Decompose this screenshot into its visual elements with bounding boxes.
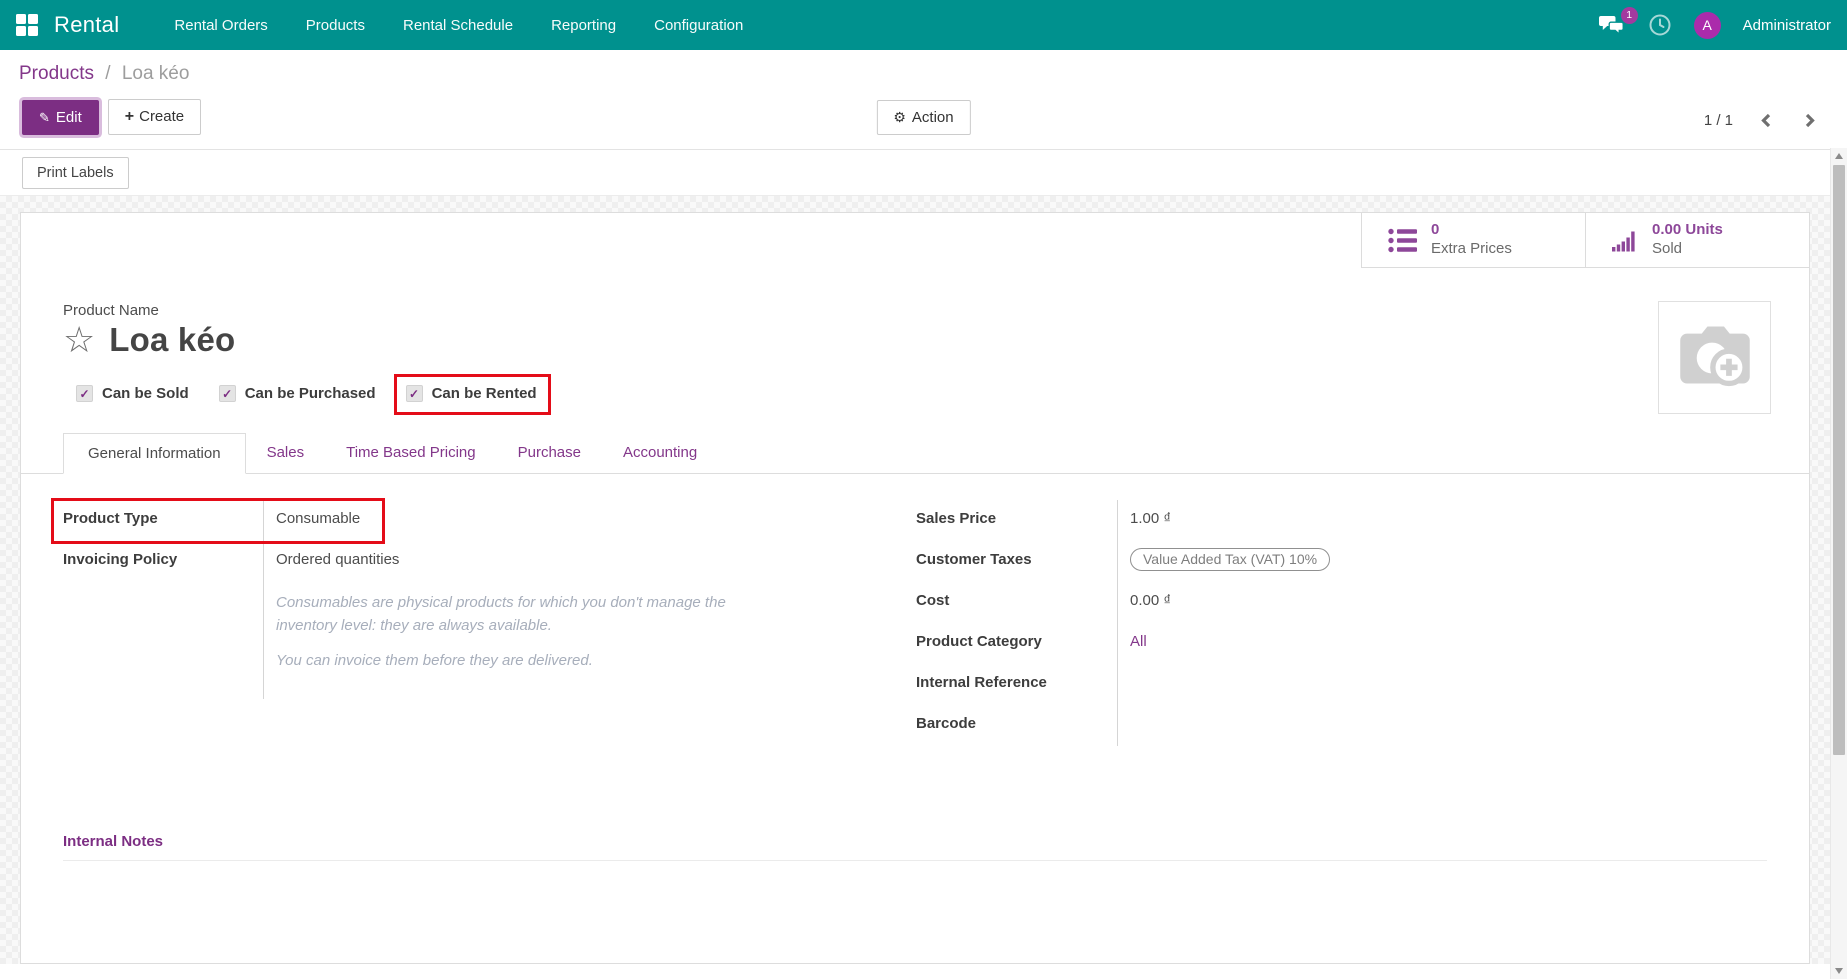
product-image-upload[interactable] bbox=[1658, 301, 1771, 414]
menu-configuration[interactable]: Configuration bbox=[639, 2, 758, 49]
sales-price-value: 1.00 ₫ bbox=[1117, 500, 1501, 541]
plus-icon: + bbox=[125, 108, 134, 125]
left-field-group: Product Type Consumable Invoicing Policy… bbox=[63, 500, 883, 699]
extra-prices-stat-button[interactable]: 0 Extra Prices bbox=[1361, 213, 1585, 268]
internal-notes-title[interactable]: Internal Notes bbox=[63, 833, 1767, 850]
menu-rental-orders[interactable]: Rental Orders bbox=[159, 2, 282, 49]
units-sold-value: 0.00 Units bbox=[1652, 221, 1723, 240]
pager-next-button[interactable] bbox=[1802, 113, 1817, 128]
capability-checkboxes: Can be Sold Can be Purchased Can be Rent… bbox=[76, 385, 1767, 402]
breadcrumb-current: Loa kéo bbox=[122, 63, 190, 84]
user-menu[interactable]: Administrator bbox=[1743, 17, 1831, 34]
page-title: Loa kéo bbox=[109, 321, 235, 359]
main-menu: Rental Orders Products Rental Schedule R… bbox=[159, 2, 758, 49]
create-button[interactable]: +Create bbox=[108, 99, 201, 135]
scrollbar-thumb[interactable] bbox=[1833, 165, 1845, 755]
invoicing-policy-value: Ordered quantities bbox=[263, 541, 883, 582]
print-labels-button[interactable]: Print Labels bbox=[22, 157, 129, 189]
breadcrumb: Products / Loa kéo bbox=[19, 63, 1847, 85]
can-be-purchased-option: Can be Purchased bbox=[219, 385, 376, 402]
action-button[interactable]: ⚙Action bbox=[876, 100, 970, 135]
top-navbar: Rental Rental Orders Products Rental Sch… bbox=[0, 0, 1847, 50]
can-be-rented-option-highlighted: Can be Rented bbox=[406, 385, 537, 402]
page: Rental Rental Orders Products Rental Sch… bbox=[0, 0, 1847, 979]
form-statusbar: Print Labels bbox=[0, 150, 1847, 196]
activity-clock-icon[interactable] bbox=[1648, 13, 1672, 37]
favorite-star-icon[interactable]: ☆ bbox=[63, 322, 95, 358]
list-icon bbox=[1388, 227, 1418, 254]
edit-button[interactable]: ✎Edit bbox=[22, 100, 99, 135]
tab-accounting[interactable]: Accounting bbox=[602, 433, 718, 474]
cost-value: 0.00 ₫ bbox=[1117, 582, 1501, 623]
extra-prices-value: 0 bbox=[1431, 221, 1512, 240]
notes-divider bbox=[63, 860, 1767, 861]
can-be-sold-option: Can be Sold bbox=[76, 385, 189, 402]
form-tabs: General Information Sales Time Based Pri… bbox=[21, 432, 1809, 474]
units-sold-stat-button[interactable]: 0.00 Units Sold bbox=[1585, 213, 1809, 268]
menu-rental-schedule[interactable]: Rental Schedule bbox=[388, 2, 528, 49]
internal-notes-section: Internal Notes bbox=[63, 833, 1767, 861]
menu-products[interactable]: Products bbox=[291, 2, 380, 49]
pencil-icon: ✎ bbox=[39, 110, 50, 125]
gear-icon: ⚙ bbox=[893, 109, 906, 125]
stat-button-box: 0 Extra Prices 0.00 Units Sold bbox=[21, 213, 1809, 268]
breadcrumb-separator: / bbox=[105, 63, 110, 84]
bar-chart-icon bbox=[1612, 228, 1639, 253]
apps-menu-icon[interactable] bbox=[16, 14, 38, 36]
extra-prices-label: Extra Prices bbox=[1431, 240, 1512, 259]
product-name-label: Product Name bbox=[63, 302, 1767, 319]
scroll-down-arrow-icon[interactable] bbox=[1835, 968, 1843, 974]
can-be-rented-checkbox[interactable] bbox=[406, 385, 423, 402]
product-type-value: Consumable bbox=[263, 500, 883, 541]
menu-reporting[interactable]: Reporting bbox=[536, 2, 631, 49]
product-form-sheet: 0 Extra Prices 0.00 Units Sold bbox=[20, 212, 1810, 964]
messages-icon[interactable]: 1 bbox=[1599, 15, 1626, 36]
user-avatar[interactable]: A bbox=[1694, 12, 1721, 39]
pager: 1 / 1 bbox=[1704, 112, 1817, 129]
tab-general-information[interactable]: General Information bbox=[63, 433, 246, 474]
tab-sales[interactable]: Sales bbox=[246, 433, 326, 474]
cost-label: Cost bbox=[916, 582, 1117, 623]
product-category-label: Product Category bbox=[916, 623, 1117, 664]
product-type-label: Product Type bbox=[63, 500, 263, 541]
barcode-value bbox=[1117, 705, 1501, 746]
camera-plus-icon bbox=[1672, 315, 1758, 401]
vertical-scrollbar[interactable] bbox=[1830, 148, 1847, 979]
internal-reference-value bbox=[1117, 664, 1501, 705]
customer-taxes-label: Customer Taxes bbox=[916, 541, 1117, 582]
app-title[interactable]: Rental bbox=[54, 12, 119, 38]
scroll-up-arrow-icon[interactable] bbox=[1835, 153, 1843, 159]
message-count-badge: 1 bbox=[1621, 7, 1638, 24]
pager-count: 1 / 1 bbox=[1704, 112, 1733, 129]
can-be-sold-checkbox[interactable] bbox=[76, 385, 93, 402]
right-field-group: Sales Price 1.00 ₫ Customer Taxes Value … bbox=[916, 500, 1501, 746]
sales-price-label: Sales Price bbox=[916, 500, 1117, 541]
general-information-panel: Product Type Consumable Invoicing Policy… bbox=[63, 500, 1767, 755]
can-be-purchased-checkbox[interactable] bbox=[219, 385, 236, 402]
product-category-link[interactable]: All bbox=[1130, 633, 1147, 650]
tab-purchase[interactable]: Purchase bbox=[497, 433, 602, 474]
pager-prev-button[interactable] bbox=[1759, 113, 1774, 128]
consumable-help-text: Consumables are physical products for wh… bbox=[263, 582, 883, 699]
content-area: 0 Extra Prices 0.00 Units Sold bbox=[0, 196, 1847, 964]
customer-tax-tag[interactable]: Value Added Tax (VAT) 10% bbox=[1130, 548, 1330, 571]
barcode-label: Barcode bbox=[916, 705, 1117, 746]
control-panel: Products / Loa kéo ✎Edit +Create ⚙Action… bbox=[0, 50, 1847, 150]
tab-time-based-pricing[interactable]: Time Based Pricing bbox=[325, 433, 497, 474]
invoicing-policy-label: Invoicing Policy bbox=[63, 541, 263, 582]
units-sold-label: Sold bbox=[1652, 240, 1723, 259]
internal-reference-label: Internal Reference bbox=[916, 664, 1117, 705]
breadcrumb-products-link[interactable]: Products bbox=[19, 63, 94, 84]
